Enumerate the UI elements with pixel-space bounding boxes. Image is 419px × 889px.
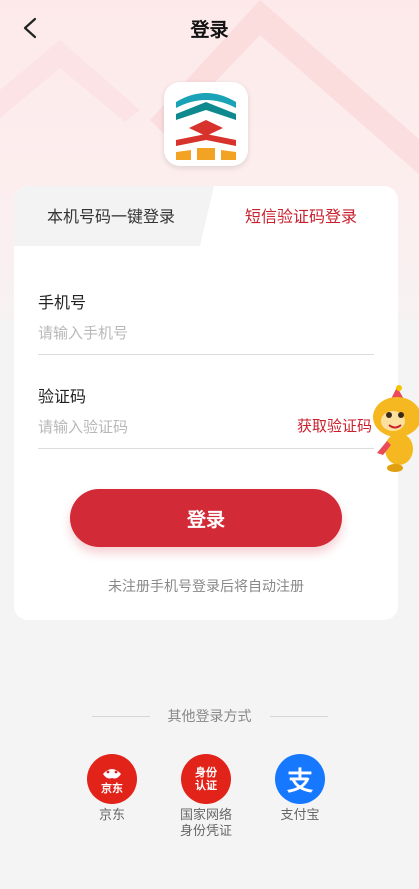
- page-title: 登录: [190, 18, 229, 41]
- jd-login-button[interactable]: 京东 京东: [72, 754, 152, 824]
- tab-one-tap-login[interactable]: 本机号码一键登录: [14, 186, 208, 246]
- phone-input[interactable]: [38, 318, 374, 348]
- alipay-icon: 支: [275, 754, 325, 804]
- other-login-title: 其他登录方式: [167, 709, 252, 725]
- other-login-divider: 其他登录方式: [0, 704, 419, 728]
- app-logo: [164, 82, 248, 166]
- get-code-button[interactable]: 获取验证码: [297, 415, 372, 436]
- back-button[interactable]: [14, 12, 46, 44]
- national-id-login-button[interactable]: 身份 认证 国家网络 身份凭证: [166, 754, 246, 840]
- code-label: 验证码: [38, 387, 87, 406]
- divider-line: [269, 715, 328, 717]
- logo-icon: [176, 93, 236, 160]
- phone-divider: [38, 354, 374, 355]
- chevron-left-icon: [23, 17, 37, 39]
- login-button[interactable]: 登录: [70, 489, 342, 547]
- tab-sms-login[interactable]: 短信验证码登录: [204, 186, 398, 246]
- mascot-icon: [373, 385, 419, 472]
- jd-icon: 京东: [87, 754, 137, 804]
- code-divider: [38, 448, 374, 449]
- jd-label: 京东: [98, 808, 125, 823]
- alipay-label: 支付宝: [280, 808, 320, 823]
- national-id-label: 国家网络 身份凭证: [179, 808, 232, 839]
- register-hint: 未注册手机号登录后将自动注册: [108, 579, 304, 595]
- login-tabs: 本机号码一键登录 短信验证码登录: [14, 186, 398, 246]
- login-card: 本机号码一键登录 短信验证码登录 手机号 验证码 获取验证码 登录 未注册手机号…: [14, 186, 398, 620]
- code-input[interactable]: [38, 412, 268, 442]
- jd-icon-text: 京东: [101, 781, 123, 795]
- phone-label: 手机号: [38, 293, 87, 312]
- national-id-icon-text: 身份 认证: [195, 766, 217, 792]
- divider-line: [91, 715, 150, 717]
- alipay-icon-text: 支: [286, 766, 313, 797]
- header: 登录: [0, 0, 419, 56]
- alipay-login-button[interactable]: 支 支付宝: [260, 754, 340, 824]
- national-id-icon: 身份 认证: [181, 754, 231, 804]
- jd-dog-icon: 京东: [101, 769, 123, 795]
